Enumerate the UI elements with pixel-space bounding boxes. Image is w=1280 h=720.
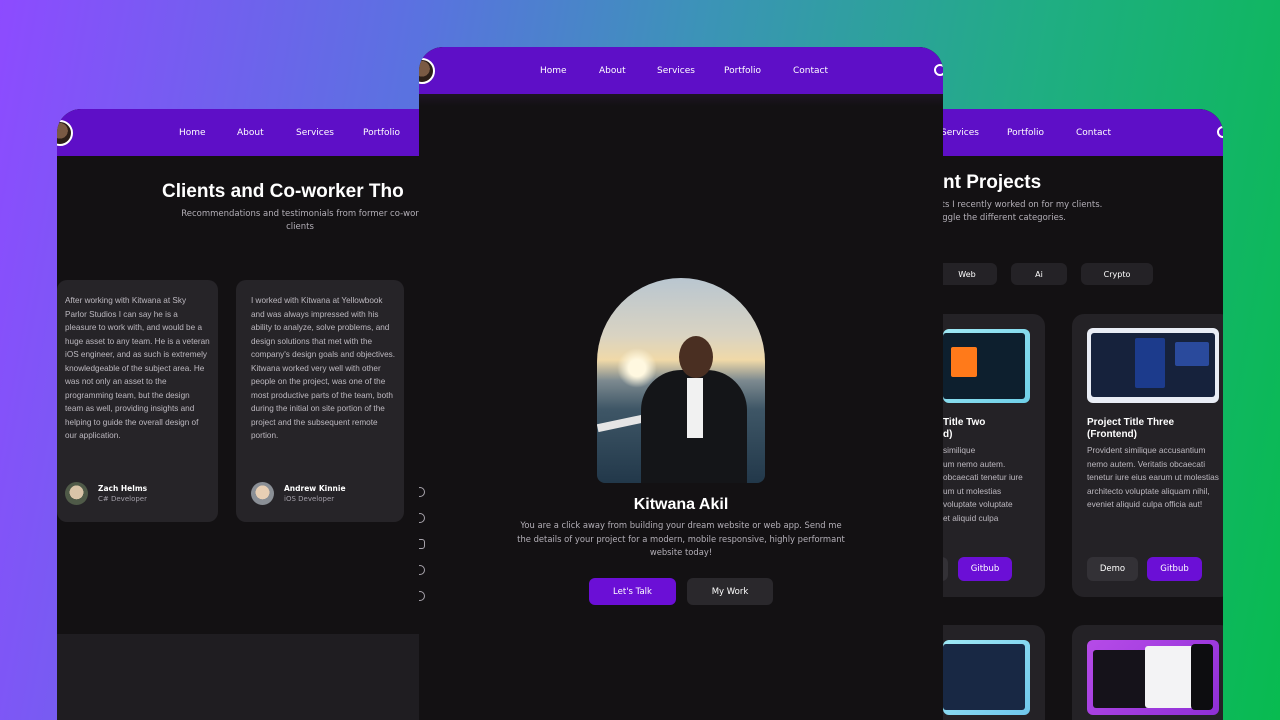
nav-contact[interactable]: Contact [1076, 128, 1111, 138]
nav-portfolio[interactable]: Portfolio [1007, 128, 1044, 138]
logo-avatar[interactable] [57, 120, 73, 146]
hero-panel: Home About Services Portfolio Contact Ki… [419, 47, 943, 720]
left-navbar: Home About Services Portfolio [57, 109, 420, 156]
hero-description: You are a click away from building your … [517, 520, 845, 557]
nav-home[interactable]: Home [179, 128, 206, 138]
shirt [687, 378, 703, 438]
section-title: nt Projects [943, 172, 1042, 193]
section-subtitle: cts I recently worked on for my clients.… [943, 199, 1102, 225]
project-card: Title Two d) similique um nemo autem. ob… [943, 314, 1045, 597]
github-icon[interactable] [419, 565, 425, 575]
lets-talk-button[interactable]: Let's Talk [589, 578, 676, 605]
github-button[interactable]: Gitbub [958, 557, 1012, 581]
project-screenshot [943, 329, 1030, 403]
twitter-icon[interactable] [419, 513, 425, 523]
section-title: Clients and Co-worker Tho [162, 181, 404, 202]
project-description: Provident similique accusantium nemo aut… [1087, 445, 1219, 509]
nav-services[interactable]: Services [296, 128, 334, 138]
nav-portfolio[interactable]: Portfolio [363, 128, 400, 138]
category-crypto[interactable]: Crypto [1081, 263, 1153, 285]
logo-avatar[interactable] [419, 58, 435, 84]
right-navbar: Services Portfolio Contact [943, 109, 1223, 156]
author-avatar [65, 482, 88, 505]
testimonial-author: Andrew Kinnie iOS Developer [251, 482, 346, 505]
project-screenshot [1087, 640, 1219, 715]
github-button[interactable]: Gitbub [1147, 557, 1202, 581]
project-card [943, 625, 1045, 720]
testimonial-text: I worked with Kitwana at Yellowbook and … [251, 296, 396, 440]
nav-about[interactable]: About [237, 128, 264, 138]
demo-button[interactable] [943, 557, 948, 581]
footer-area [57, 634, 420, 720]
theme-toggle-icon[interactable] [934, 64, 943, 76]
nav-home[interactable]: Home [540, 66, 567, 76]
category-web[interactable]: Web [943, 263, 997, 285]
category-ai[interactable]: Ai [1011, 263, 1067, 285]
instagram-icon[interactable] [419, 539, 425, 549]
project-screenshot [1087, 328, 1219, 403]
project-description: similique um nemo autem. obcaecati tenet… [943, 445, 1023, 523]
testimonial-card: After working with Kitwana at Sky Parlor… [57, 280, 218, 522]
author-role: C# Developer [98, 495, 147, 503]
nav-about[interactable]: About [599, 66, 626, 76]
testimonial-card: I worked with Kitwana at Yellowbook and … [236, 280, 404, 522]
projects-panel: Services Portfolio Contact nt Projects c… [943, 109, 1223, 720]
center-navbar: Home About Services Portfolio Contact [419, 47, 943, 94]
my-work-button[interactable]: My Work [687, 578, 773, 605]
codepen-icon[interactable] [419, 591, 425, 601]
theme-toggle-icon[interactable] [1217, 126, 1223, 138]
project-card: Project Title Three (Frontend) Provident… [1072, 314, 1223, 597]
author-avatar [251, 482, 274, 505]
nav-services[interactable]: Services [943, 128, 979, 138]
head [679, 336, 713, 378]
nav-shadow [419, 94, 943, 106]
project-screenshot [943, 640, 1030, 715]
nav-portfolio[interactable]: Portfolio [724, 66, 761, 76]
demo-button[interactable]: Demo [1087, 557, 1138, 581]
testimonials-panel: Home About Services Portfolio Clients an… [57, 109, 420, 720]
nav-contact[interactable]: Contact [793, 66, 828, 76]
author-role: iOS Developer [284, 495, 335, 503]
profile-photo [597, 278, 765, 483]
testimonial-author: Zach Helms C# Developer [65, 482, 147, 505]
project-title: Title Two d) [943, 417, 986, 440]
project-title: Project Title Three (Frontend) [1087, 417, 1175, 440]
project-card [1072, 625, 1223, 720]
subtitle-line: oggle the different categories. [943, 213, 1066, 223]
nav-services[interactable]: Services [657, 66, 695, 76]
author-name: Andrew Kinnie [284, 484, 346, 493]
hero-name: Kitwana Akil [633, 496, 729, 513]
section-subtitle: Recommendations and testimonials from fo… [181, 209, 419, 232]
author-name: Zach Helms [98, 484, 148, 493]
subtitle-line: cts I recently worked on for my clients. [943, 200, 1103, 210]
testimonial-text: After working with Kitwana at Sky Parlor… [65, 296, 210, 440]
